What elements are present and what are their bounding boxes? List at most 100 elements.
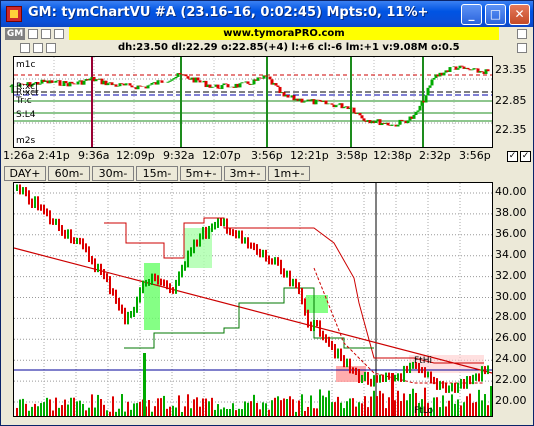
checkbox-2[interactable]: ✓ [520, 151, 531, 162]
volume-bar [64, 399, 66, 416]
url-banner[interactable]: www.tymoraPRO.com [69, 27, 499, 40]
timeframe-5m[interactable]: 5m+- [180, 166, 222, 181]
volume-bar [100, 398, 102, 416]
volume-bar [490, 386, 492, 416]
volume-bar [361, 403, 363, 416]
time-label: 2:32p [419, 149, 451, 162]
volume-bar [169, 406, 171, 416]
upper-chart-panel[interactable]: m1c R:xcl R:xct Tr:c S:L4 m2s [13, 56, 493, 148]
toolbar-box-3[interactable] [54, 29, 64, 39]
volume-bar [163, 395, 165, 416]
volume-bar [133, 403, 135, 416]
volume-bar [301, 394, 303, 416]
volume-bar [226, 409, 228, 416]
info-box-1[interactable] [20, 43, 30, 53]
volume-bar [277, 396, 279, 416]
info-stats: dh:23.50 dl:22.29 o:22.85(+4) l:+6 cl:-6… [118, 42, 460, 53]
volume-bar [178, 395, 180, 416]
volume-bar [220, 409, 222, 416]
time-label: 9:32a [163, 149, 195, 162]
timeframe-label: 5m+- [185, 167, 217, 180]
symbol-badge[interactable]: GM [5, 28, 25, 40]
time-label: 3:56p [459, 149, 491, 162]
volume-bar [406, 400, 408, 416]
volume-bar [397, 390, 399, 416]
toolbar-box-4[interactable] [517, 29, 527, 39]
volume-bar [409, 393, 411, 416]
volume-bar [136, 403, 138, 416]
timeframe-1m[interactable]: 1m+- [268, 166, 310, 181]
volume-bar [454, 403, 456, 416]
app-window: GM: tymChartVU #A (23.16-16, 0:02:45) Mp… [0, 0, 534, 426]
time-label: 3:58p [336, 149, 368, 162]
volume-bar [463, 402, 465, 416]
volume-bar [439, 407, 441, 416]
info-box-2[interactable] [33, 43, 43, 53]
volume-bar [391, 373, 394, 416]
volume-bar [19, 399, 21, 416]
volume-bar [112, 396, 114, 416]
chart-annotation: Tr:c [15, 96, 32, 106]
volume-bar [22, 398, 24, 416]
volume-bar [334, 402, 336, 416]
volume-bar [52, 410, 54, 416]
volume-bar [91, 394, 93, 416]
close-button[interactable]: ✕ [509, 4, 530, 25]
volume-bar [259, 409, 261, 416]
timeframe-30m[interactable]: 30m- [92, 166, 134, 181]
volume-bar [367, 407, 369, 416]
volume-bar [187, 394, 189, 416]
toolbar-box-1[interactable] [28, 29, 38, 39]
volume-bar [433, 397, 435, 416]
toolbar-box-2[interactable] [41, 29, 51, 39]
info-box-3[interactable] [46, 43, 56, 53]
timeframe-day[interactable]: DAY+ [4, 166, 46, 181]
volume-bar [76, 401, 78, 416]
volume-bar [118, 408, 120, 416]
volume-bar [103, 404, 105, 416]
channel-upper [104, 217, 484, 364]
chart-annotation: m2s [16, 136, 35, 146]
maximize-button[interactable]: □ [485, 4, 506, 25]
volume-bar [193, 399, 195, 416]
timeframe-60m[interactable]: 60m- [48, 166, 90, 181]
volume-bar [322, 395, 324, 416]
trend-line [13, 247, 493, 374]
volume-bar [31, 406, 33, 416]
lower-y-tick: 30.00 [495, 289, 527, 303]
volume-bar [313, 408, 315, 416]
volume-bar [388, 397, 390, 416]
lower-y-tick: 36.00 [495, 226, 527, 240]
info-box-4[interactable] [517, 43, 527, 53]
upper-y-tick: 22.35 [495, 123, 527, 136]
divider [493, 182, 495, 417]
volume-bar [190, 408, 192, 416]
volume-bar [487, 405, 489, 416]
lower-chart-panel[interactable]: FtHi FtLo [13, 182, 493, 417]
volume-bar [376, 396, 378, 416]
timeframe-label: DAY+ [9, 167, 41, 180]
volume-bar [457, 399, 459, 416]
timeframe-3m[interactable]: 3m+- [224, 166, 266, 181]
volume-bar [143, 353, 146, 416]
timeframe-15m[interactable]: 15m- [136, 166, 178, 181]
volume-bar [280, 400, 282, 416]
volume-bar [484, 394, 486, 416]
volume-bar [121, 394, 123, 416]
volume-bar [55, 397, 57, 416]
title-bar[interactable]: GM: tymChartVU #A (23.16-16, 0:02:45) Mp… [1, 1, 533, 27]
volume-bar [265, 403, 267, 416]
chart-annotation: FtLo [414, 406, 434, 416]
volume-bar [127, 401, 129, 416]
volume-bar [370, 396, 372, 416]
volume-bar [88, 407, 90, 416]
volume-bar [184, 406, 186, 416]
minimize-button[interactable]: _ [461, 4, 482, 25]
volume-bar [199, 406, 201, 416]
volume-bar [292, 399, 294, 416]
volume-bar [124, 411, 126, 416]
checkbox-1[interactable]: ✓ [507, 151, 518, 162]
volume-bar [349, 398, 351, 416]
volume-bar [250, 401, 252, 416]
volume-bar [379, 390, 381, 416]
